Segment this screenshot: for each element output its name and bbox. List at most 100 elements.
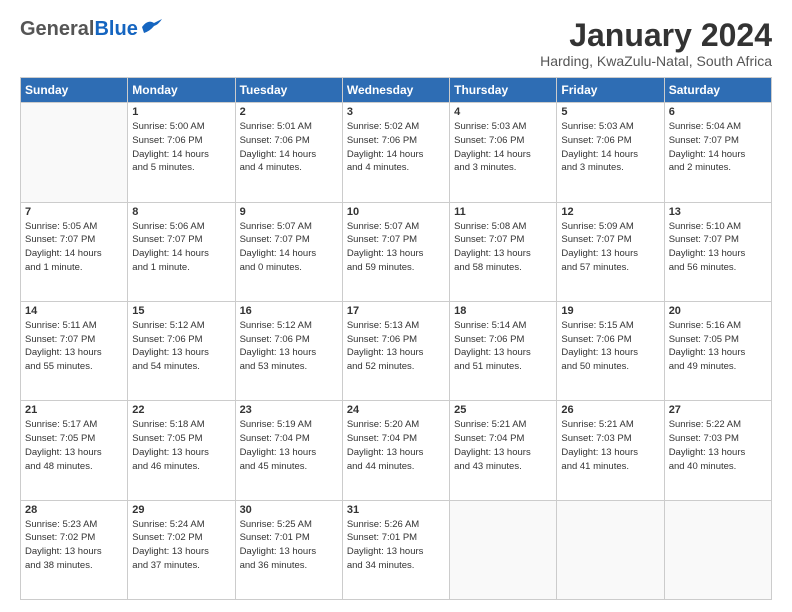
day-info: Sunrise: 5:08 AM Sunset: 7:07 PM Dayligh… (454, 220, 552, 275)
bird-icon (140, 19, 162, 35)
day-info: Sunrise: 5:21 AM Sunset: 7:04 PM Dayligh… (454, 418, 552, 473)
col-tuesday: Tuesday (235, 78, 342, 103)
calendar-week-3: 21 Sunrise: 5:17 AM Sunset: 7:05 PM Dayli… (21, 401, 772, 500)
calendar-cell: 3 Sunrise: 5:02 AM Sunset: 7:06 PM Daylig… (342, 103, 449, 202)
calendar-cell: 10 Sunrise: 5:07 AM Sunset: 7:07 PM Dayli… (342, 202, 449, 301)
calendar-cell: 15 Sunrise: 5:12 AM Sunset: 7:06 PM Dayli… (128, 301, 235, 400)
col-sunday: Sunday (21, 78, 128, 103)
logo-general: General (20, 18, 94, 40)
day-number: 1 (132, 106, 230, 118)
day-number: 12 (561, 206, 659, 218)
calendar-body: 1Sunrise: 5:00 AM Sunset: 7:06 PM Daylig… (21, 103, 772, 600)
calendar-week-4: 28Sunrise: 5:23 AM Sunset: 7:02 PM Dayli… (21, 500, 772, 599)
calendar-cell (664, 500, 771, 599)
day-number: 22 (132, 404, 230, 416)
calendar-week-0: 1Sunrise: 5:00 AM Sunset: 7:06 PM Daylig… (21, 103, 772, 202)
calendar-cell: 25Sunrise: 5:21 AM Sunset: 7:04 PM Dayli… (450, 401, 557, 500)
day-info: Sunrise: 5:20 AM Sunset: 7:04 PM Dayligh… (347, 418, 445, 473)
day-number: 8 (132, 206, 230, 218)
day-info: Sunrise: 5:12 AM Sunset: 7:06 PM Dayligh… (240, 319, 338, 374)
location: Harding, KwaZulu-Natal, South Africa (540, 53, 772, 69)
day-number: 29 (132, 504, 230, 516)
calendar-cell: 18 Sunrise: 5:14 AM Sunset: 7:06 PM Dayli… (450, 301, 557, 400)
calendar-cell: 27Sunrise: 5:22 AM Sunset: 7:03 PM Dayli… (664, 401, 771, 500)
calendar-cell: 20Sunrise: 5:16 AM Sunset: 7:05 PM Dayli… (664, 301, 771, 400)
calendar-cell: 1Sunrise: 5:00 AM Sunset: 7:06 PM Daylig… (128, 103, 235, 202)
page: GeneralBlue January 2024 Harding, KwaZul… (0, 0, 792, 612)
day-info: Sunrise: 5:04 AM Sunset: 7:07 PM Dayligh… (669, 120, 767, 175)
calendar-cell: 8 Sunrise: 5:06 AM Sunset: 7:07 PM Daylig… (128, 202, 235, 301)
day-number: 16 (240, 305, 338, 317)
day-number: 23 (240, 404, 338, 416)
day-info: Sunrise: 5:07 AM Sunset: 7:07 PM Dayligh… (240, 220, 338, 275)
logo: GeneralBlue (20, 18, 162, 41)
day-number: 13 (669, 206, 767, 218)
calendar-cell: 28Sunrise: 5:23 AM Sunset: 7:02 PM Dayli… (21, 500, 128, 599)
day-number: 4 (454, 106, 552, 118)
day-info: Sunrise: 5:26 AM Sunset: 7:01 PM Dayligh… (347, 518, 445, 573)
title-block: January 2024 Harding, KwaZulu-Natal, Sou… (540, 18, 772, 69)
day-number: 14 (25, 305, 123, 317)
calendar-cell: 4 Sunrise: 5:03 AM Sunset: 7:06 PM Daylig… (450, 103, 557, 202)
day-number: 6 (669, 106, 767, 118)
col-thursday: Thursday (450, 78, 557, 103)
day-info: Sunrise: 5:01 AM Sunset: 7:06 PM Dayligh… (240, 120, 338, 175)
day-number: 10 (347, 206, 445, 218)
day-info: Sunrise: 5:25 AM Sunset: 7:01 PM Dayligh… (240, 518, 338, 573)
day-info: Sunrise: 5:10 AM Sunset: 7:07 PM Dayligh… (669, 220, 767, 275)
day-info: Sunrise: 5:19 AM Sunset: 7:04 PM Dayligh… (240, 418, 338, 473)
day-info: Sunrise: 5:02 AM Sunset: 7:06 PM Dayligh… (347, 120, 445, 175)
calendar-cell: 6 Sunrise: 5:04 AM Sunset: 7:07 PM Daylig… (664, 103, 771, 202)
day-info: Sunrise: 5:03 AM Sunset: 7:06 PM Dayligh… (454, 120, 552, 175)
day-info: Sunrise: 5:06 AM Sunset: 7:07 PM Dayligh… (132, 220, 230, 275)
day-number: 17 (347, 305, 445, 317)
day-number: 19 (561, 305, 659, 317)
calendar-cell: 13 Sunrise: 5:10 AM Sunset: 7:07 PM Dayli… (664, 202, 771, 301)
day-info: Sunrise: 5:05 AM Sunset: 7:07 PM Dayligh… (25, 220, 123, 275)
day-number: 15 (132, 305, 230, 317)
col-friday: Friday (557, 78, 664, 103)
day-info: Sunrise: 5:17 AM Sunset: 7:05 PM Dayligh… (25, 418, 123, 473)
day-number: 11 (454, 206, 552, 218)
day-info: Sunrise: 5:07 AM Sunset: 7:07 PM Dayligh… (347, 220, 445, 275)
calendar-cell: 21 Sunrise: 5:17 AM Sunset: 7:05 PM Dayli… (21, 401, 128, 500)
calendar-cell: 19Sunrise: 5:15 AM Sunset: 7:06 PM Dayli… (557, 301, 664, 400)
col-saturday: Saturday (664, 78, 771, 103)
day-number: 24 (347, 404, 445, 416)
day-number: 18 (454, 305, 552, 317)
calendar-cell: 17 Sunrise: 5:13 AM Sunset: 7:06 PM Dayli… (342, 301, 449, 400)
calendar-cell: 23 Sunrise: 5:19 AM Sunset: 7:04 PM Dayli… (235, 401, 342, 500)
calendar-cell (450, 500, 557, 599)
day-info: Sunrise: 5:14 AM Sunset: 7:06 PM Dayligh… (454, 319, 552, 374)
calendar-cell: 7Sunrise: 5:05 AM Sunset: 7:07 PM Daylig… (21, 202, 128, 301)
col-monday: Monday (128, 78, 235, 103)
calendar-cell: 30 Sunrise: 5:25 AM Sunset: 7:01 PM Dayli… (235, 500, 342, 599)
calendar-week-2: 14 Sunrise: 5:11 AM Sunset: 7:07 PM Dayli… (21, 301, 772, 400)
day-info: Sunrise: 5:12 AM Sunset: 7:06 PM Dayligh… (132, 319, 230, 374)
day-number: 30 (240, 504, 338, 516)
calendar-cell: 31Sunrise: 5:26 AM Sunset: 7:01 PM Dayli… (342, 500, 449, 599)
day-info: Sunrise: 5:24 AM Sunset: 7:02 PM Dayligh… (132, 518, 230, 573)
calendar-cell: 2Sunrise: 5:01 AM Sunset: 7:06 PM Daylig… (235, 103, 342, 202)
day-info: Sunrise: 5:13 AM Sunset: 7:06 PM Dayligh… (347, 319, 445, 374)
calendar-cell: 24 Sunrise: 5:20 AM Sunset: 7:04 PM Dayli… (342, 401, 449, 500)
day-number: 3 (347, 106, 445, 118)
calendar-cell: 11 Sunrise: 5:08 AM Sunset: 7:07 PM Dayli… (450, 202, 557, 301)
calendar-cell: 5 Sunrise: 5:03 AM Sunset: 7:06 PM Daylig… (557, 103, 664, 202)
calendar-cell: 16 Sunrise: 5:12 AM Sunset: 7:06 PM Dayli… (235, 301, 342, 400)
month-title: January 2024 (540, 18, 772, 53)
header-row: Sunday Monday Tuesday Wednesday Thursday… (21, 78, 772, 103)
calendar-cell: 22 Sunrise: 5:18 AM Sunset: 7:05 PM Dayli… (128, 401, 235, 500)
day-info: Sunrise: 5:11 AM Sunset: 7:07 PM Dayligh… (25, 319, 123, 374)
day-number: 20 (669, 305, 767, 317)
day-info: Sunrise: 5:03 AM Sunset: 7:06 PM Dayligh… (561, 120, 659, 175)
day-info: Sunrise: 5:18 AM Sunset: 7:05 PM Dayligh… (132, 418, 230, 473)
calendar-cell: 12Sunrise: 5:09 AM Sunset: 7:07 PM Dayli… (557, 202, 664, 301)
calendar-table: Sunday Monday Tuesday Wednesday Thursday… (20, 77, 772, 600)
calendar-cell (557, 500, 664, 599)
day-number: 26 (561, 404, 659, 416)
calendar-cell: 14 Sunrise: 5:11 AM Sunset: 7:07 PM Dayli… (21, 301, 128, 400)
calendar-cell: 29 Sunrise: 5:24 AM Sunset: 7:02 PM Dayli… (128, 500, 235, 599)
day-number: 21 (25, 404, 123, 416)
day-number: 5 (561, 106, 659, 118)
